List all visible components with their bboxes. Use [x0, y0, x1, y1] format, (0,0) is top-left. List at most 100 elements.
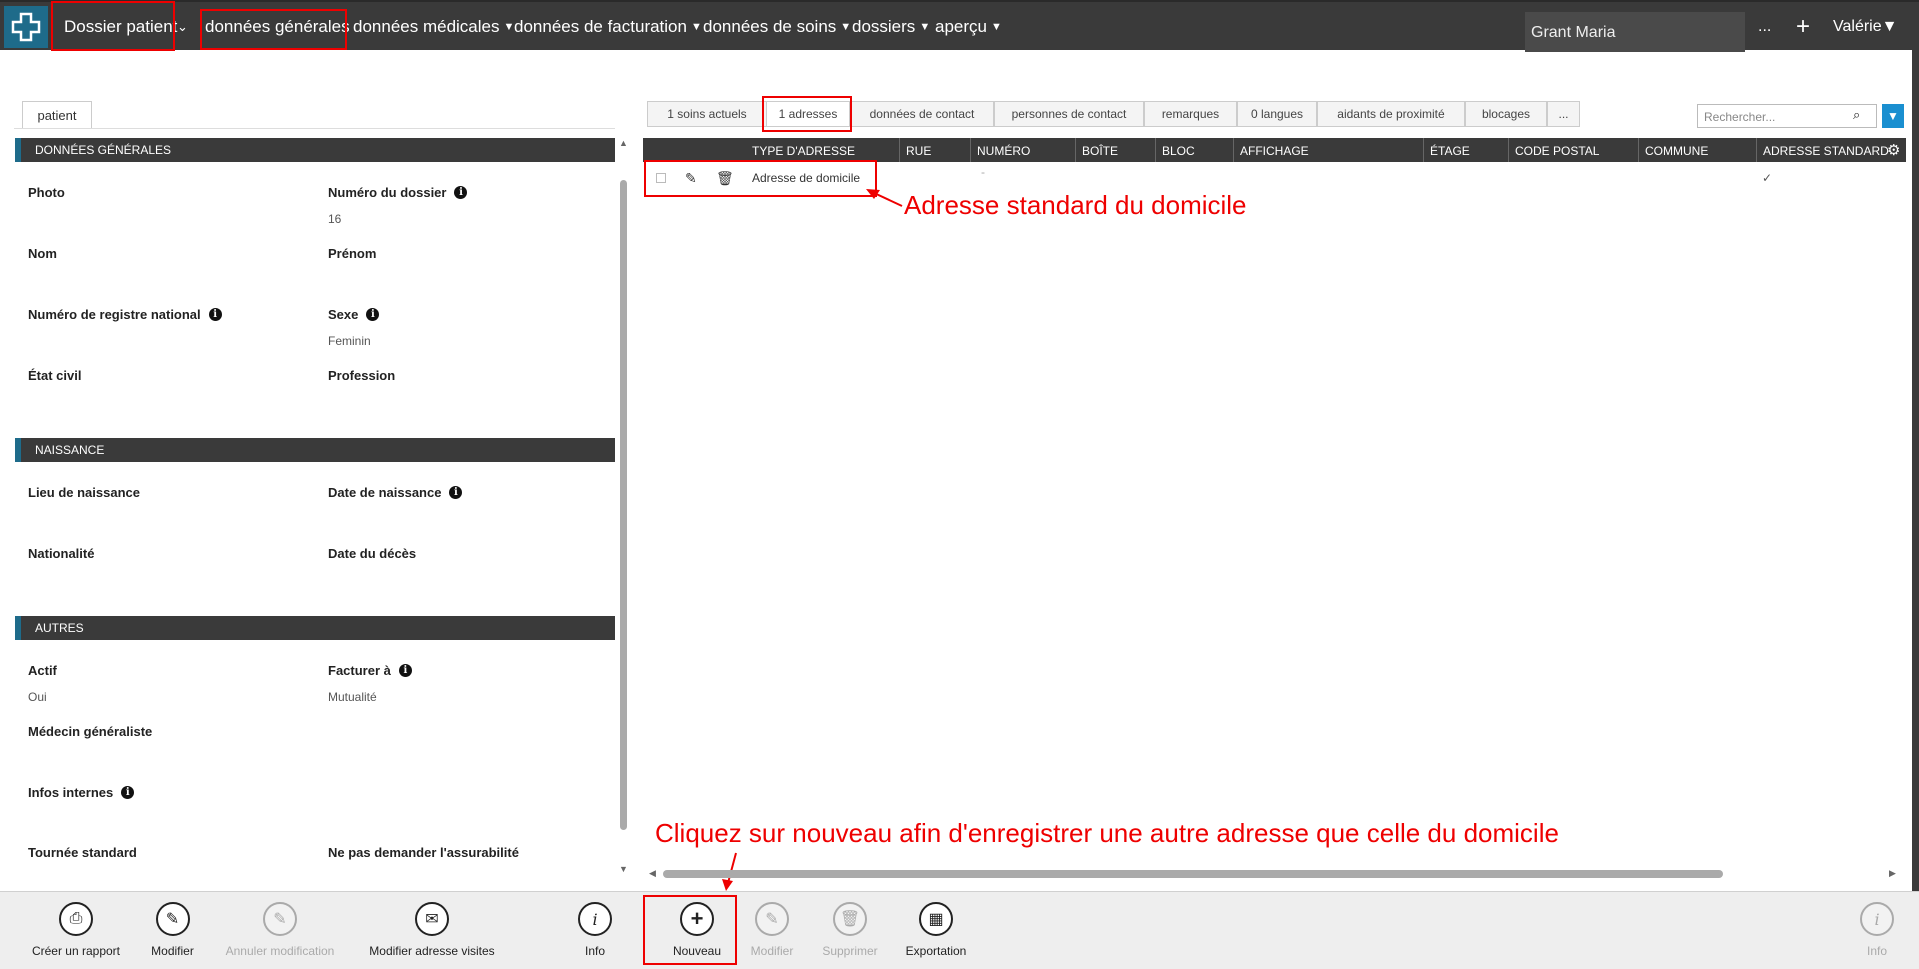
more-label: ... — [1758, 18, 1772, 35]
info-icon[interactable]: i — [398, 664, 412, 677]
patient-name-field[interactable]: Grant Maria — [1525, 12, 1745, 52]
nav-donnees-generales[interactable]: données générales — [205, 2, 350, 52]
modify-button[interactable]: ✎ Modifier — [145, 892, 200, 969]
caret-down-icon: ▼ — [919, 21, 931, 33]
modify-disabled-button[interactable]: ✎ Modifier — [746, 892, 798, 969]
field-label-bill-to: Facturer à i — [328, 663, 412, 678]
label-text: Tournée standard — [28, 845, 137, 860]
label-text: Ne pas demander l'assurabilité — [328, 845, 519, 860]
arrowhead — [722, 879, 733, 891]
tab-aidants-proximite[interactable]: aidants de proximité — [1317, 101, 1465, 127]
info-icon[interactable]: i — [449, 486, 463, 499]
tab-patient[interactable]: patient — [22, 101, 92, 129]
col-numero[interactable]: NUMÉRO — [970, 138, 1030, 162]
nav-label: aperçu — [935, 17, 987, 36]
add-icon[interactable]: + — [1796, 2, 1810, 52]
divider — [14, 128, 615, 129]
delete-button[interactable]: 🗑 Supprimer — [818, 892, 882, 969]
gear-icon[interactable]: ⚙ — [1887, 141, 1900, 159]
nav-dossier-patient[interactable]: Dossier patient — [64, 2, 177, 52]
tab-langues[interactable]: 0 langues — [1237, 101, 1317, 127]
search-input[interactable]: Rechercher... — [1697, 104, 1877, 128]
button-label: Info — [1866, 944, 1887, 958]
col-code-postal[interactable]: CODE POSTAL — [1508, 138, 1599, 162]
scroll-left-icon[interactable]: ◀ — [649, 868, 656, 879]
user-menu[interactable]: Valérie ▼ — [1833, 2, 1897, 52]
nav-dossiers[interactable]: dossiers ▼ — [852, 2, 930, 52]
section-donnees-generales: DONNÉES GÉNÉRALES — [15, 138, 615, 162]
info-icon[interactable]: i — [366, 308, 380, 321]
button-label: Annuler modification — [225, 944, 335, 958]
export-button[interactable]: ▦ Exportation — [901, 892, 971, 969]
new-button[interactable]: + Nouveau — [647, 892, 747, 969]
info-icon[interactable]: i — [208, 308, 222, 321]
nav-label: dossiers — [852, 17, 916, 36]
col-etage[interactable]: ÉTAGE — [1423, 138, 1470, 162]
search-icon[interactable]: ⌕ — [1853, 107, 1860, 123]
info-right-button[interactable]: i Info — [1852, 892, 1902, 969]
tab-adresses[interactable]: 1 adresses — [766, 101, 850, 127]
app-logo-icon[interactable] — [4, 6, 48, 48]
button-label: Modifier — [151, 944, 194, 958]
table-row[interactable]: ✎ 🗑 Adresse de domicile - ✓ — [643, 164, 1906, 192]
cancel-modification-button[interactable]: ✎ Annuler modification — [218, 892, 342, 969]
col-affichage[interactable]: AFFICHAGE — [1233, 138, 1309, 162]
filter-icon[interactable]: ▼ — [1882, 104, 1904, 128]
section-autres: AUTRES — [15, 616, 615, 640]
label-text: État civil — [28, 368, 82, 383]
button-label: Info — [584, 944, 605, 958]
scroll-right-icon[interactable]: ▶ — [1889, 868, 1896, 879]
caret-down-icon: ▼ — [690, 21, 702, 33]
label-text: Profession — [328, 368, 396, 383]
scroll-down-icon[interactable]: ▼ — [619, 864, 628, 874]
more-menu-button[interactable]: ... — [1758, 2, 1771, 52]
chevron-down-icon[interactable]: ⌄ — [177, 2, 188, 52]
nav-label: données médicales — [353, 17, 500, 36]
col-adresse-standard[interactable]: ADRESSE STANDARD — [1756, 138, 1889, 162]
col-commune[interactable]: COMMUNE — [1638, 138, 1708, 162]
arrow-line — [871, 191, 903, 207]
label-text: Numéro de registre national — [28, 307, 201, 322]
field-label-standard-round: Tournée standard — [28, 845, 137, 860]
nav-donnees-facturation[interactable]: données de facturation ▼ — [514, 2, 702, 52]
nav-apercu[interactable]: aperçu ▼ — [935, 2, 1002, 52]
info-icon[interactable]: i — [454, 186, 468, 199]
nav-donnees-medicales[interactable]: données médicales ▼ — [353, 2, 514, 52]
tab-blocages[interactable]: blocages — [1465, 101, 1547, 127]
tab-personnes-contact[interactable]: personnes de contact — [994, 101, 1144, 127]
cell-type-adresse: Adresse de domicile — [752, 171, 861, 185]
address-edit-icon: ✉ — [415, 902, 449, 936]
button-label: Modifier adresse visites — [369, 944, 495, 958]
button-label: Créer un rapport — [31, 944, 121, 958]
trash-icon[interactable]: 🗑 — [716, 164, 734, 192]
pencil-icon[interactable]: ✎ — [685, 164, 697, 192]
col-boite[interactable]: BOÎTE — [1075, 138, 1118, 162]
field-label-sex: Sexe i — [328, 307, 380, 322]
modify-visit-address-button[interactable]: ✉ Modifier adresse visites — [364, 892, 500, 969]
left-vertical-scrollbar[interactable]: ▲ ▼ — [617, 138, 629, 880]
create-report-button[interactable]: ⎙ Créer un rapport — [26, 892, 126, 969]
label-text: Numéro du dossier — [328, 185, 447, 200]
tab-donnees-contact[interactable]: données de contact — [850, 101, 994, 127]
field-label-name: Nom — [28, 246, 57, 261]
tab-soins-actuels[interactable]: 1 soins actuels — [647, 101, 767, 127]
col-type-adresse[interactable]: TYPE D'ADRESSE — [746, 138, 855, 162]
scroll-up-icon[interactable]: ▲ — [619, 138, 628, 148]
top-navbar: Dossier patient ⌄ données générales donn… — [0, 0, 1919, 52]
label-text: Sexe — [328, 307, 359, 322]
nav-donnees-soins[interactable]: données de soins ▼ — [703, 2, 851, 52]
scroll-thumb[interactable] — [663, 870, 1723, 878]
scroll-thumb[interactable] — [620, 180, 627, 830]
section-naissance: NAISSANCE — [15, 438, 615, 462]
tab-more[interactable]: ... — [1547, 101, 1580, 127]
tab-remarques[interactable]: remarques — [1144, 101, 1237, 127]
field-value-sex: Feminin — [328, 334, 371, 348]
info-icon[interactable]: i — [121, 786, 135, 799]
field-label-active: Actif — [28, 663, 57, 678]
label-text: Prénom — [328, 246, 377, 261]
row-checkbox[interactable] — [656, 164, 666, 192]
table-horizontal-scrollbar[interactable]: ◀ ▶ — [645, 866, 1907, 880]
col-rue[interactable]: RUE — [899, 138, 931, 162]
col-bloc[interactable]: BLOC — [1155, 138, 1195, 162]
info-button[interactable]: i Info — [570, 892, 620, 969]
